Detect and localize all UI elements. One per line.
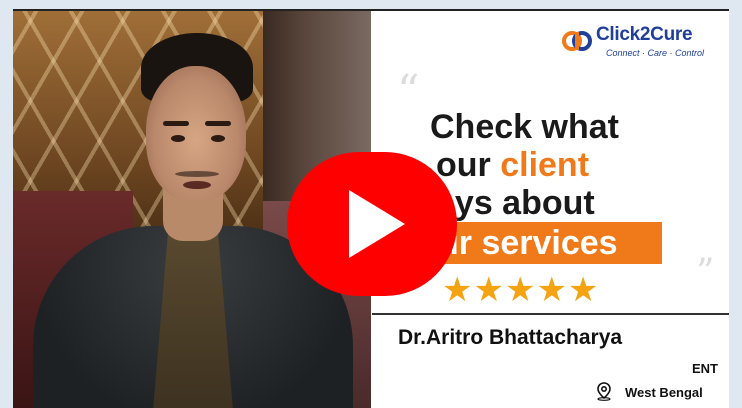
person-eye-right [211, 135, 225, 142]
play-icon [349, 190, 405, 258]
headline-line-4: ur services [438, 224, 618, 262]
person-mouth [183, 181, 211, 189]
brand-name: Click2Cure [596, 24, 693, 45]
headline-line-2-prefix: our [436, 146, 501, 184]
headline-line-3: ays about [436, 184, 595, 222]
person-brow-right [205, 121, 231, 126]
open-quote-icon: “ [397, 66, 420, 117]
play-button[interactable] [287, 152, 457, 296]
brand-tagline: Connect · Care · Control [606, 48, 705, 58]
headline-highlight: client [500, 146, 590, 184]
person-eye-left [171, 135, 185, 142]
headline-line-2: our client [436, 148, 589, 182]
click2cure-logo-icon [562, 31, 592, 51]
brand-logo: Click2Cure Connect · Care · Control [562, 22, 722, 64]
doctor-name: Dr.Aritro Bhattacharya [398, 326, 623, 349]
person-brow-left [163, 121, 189, 126]
close-quote-icon: ” [696, 252, 715, 293]
location-pin-icon [597, 382, 611, 401]
doctor-divider [372, 313, 729, 315]
doctor-specialty: ENT [692, 361, 718, 376]
person-mustache [175, 171, 219, 177]
headline-line-1: Check what [430, 108, 619, 146]
star-rating: ★★★★★ [442, 271, 600, 309]
doctor-location: West Bengal [625, 385, 703, 400]
